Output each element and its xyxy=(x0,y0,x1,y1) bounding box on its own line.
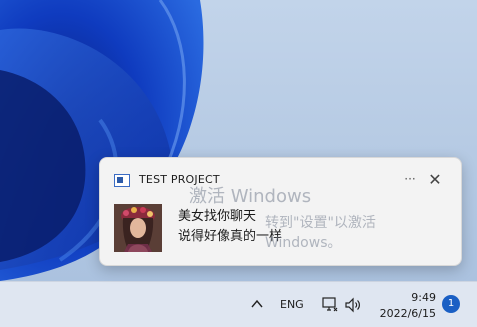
desktop-screen: TEST PROJECT ··· ✕ 美女找你聊天 说得好像真的一样 激活 Wi… xyxy=(0,0,477,327)
notification-title: 美女找你聊天 xyxy=(178,209,257,224)
clock-date: 2022/6/15 xyxy=(379,307,436,320)
chevron-up-icon[interactable] xyxy=(249,296,265,312)
notification-message: 说得好像真的一样 xyxy=(178,229,283,244)
notification-app-name: TEST PROJECT xyxy=(139,173,220,186)
clock-time: 9:49 xyxy=(411,291,436,304)
volume-icon[interactable] xyxy=(344,296,362,314)
network-icon[interactable] xyxy=(321,296,339,314)
notification-toast[interactable]: TEST PROJECT ··· ✕ 美女找你聊天 说得好像真的一样 xyxy=(99,157,462,266)
taskbar: ENG 9:49 2022/6/15 1 xyxy=(0,281,477,327)
app-window-icon xyxy=(114,174,130,187)
more-options-icon[interactable]: ··· xyxy=(399,170,421,190)
input-language-indicator[interactable]: ENG xyxy=(280,298,304,311)
notification-header: TEST PROJECT ··· ✕ xyxy=(114,170,449,191)
taskbar-clock[interactable]: 9:49 2022/6/15 xyxy=(374,290,436,322)
portrait-image xyxy=(114,204,162,252)
close-icon[interactable]: ✕ xyxy=(425,171,445,191)
notification-body: 美女找你聊天 说得好像真的一样 xyxy=(178,208,448,246)
sender-avatar xyxy=(114,204,162,252)
notification-count-badge[interactable]: 1 xyxy=(442,295,460,313)
